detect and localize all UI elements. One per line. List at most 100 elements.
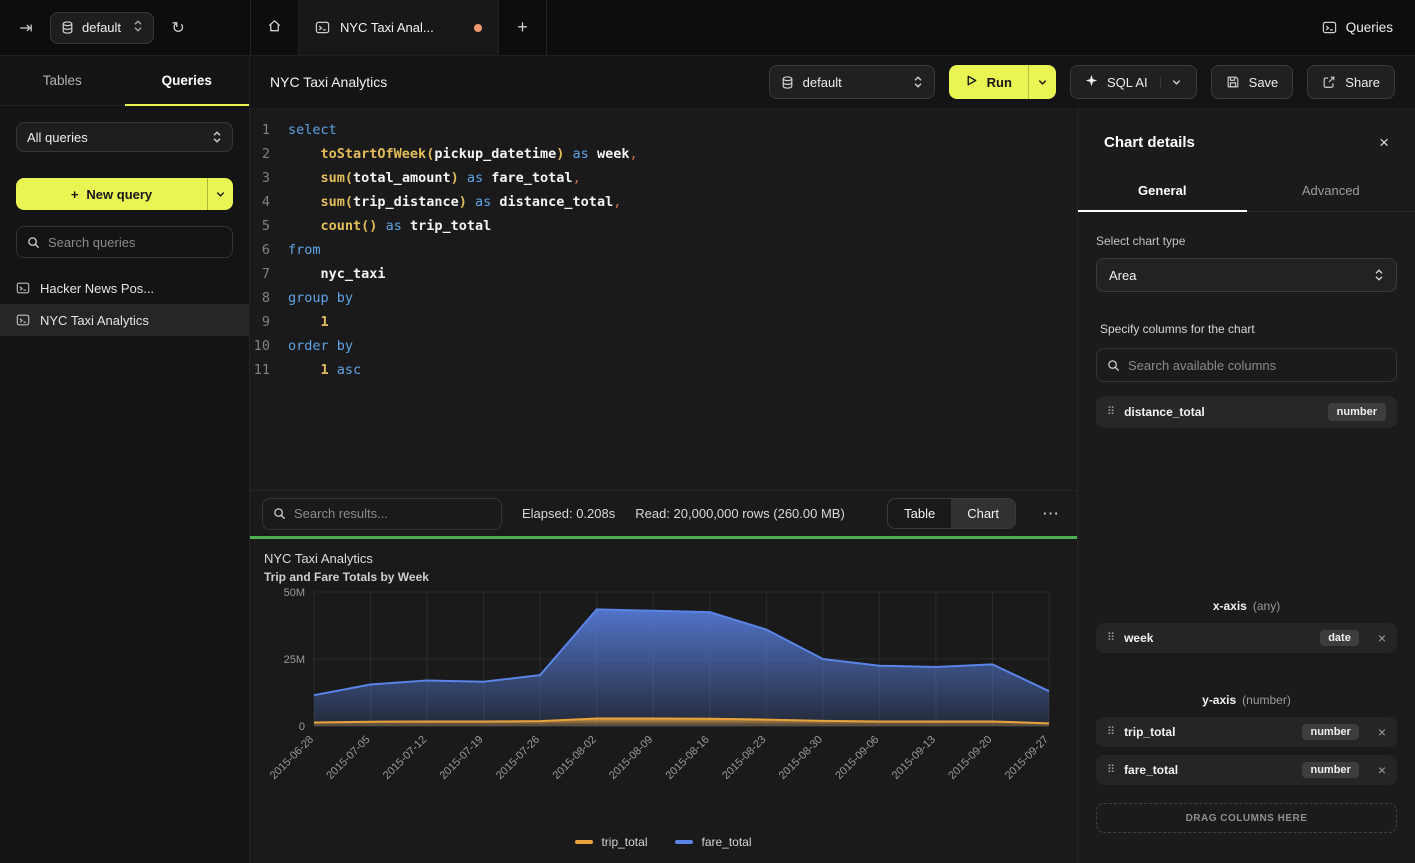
code-line: 7 nyc_taxi xyxy=(250,262,1077,286)
results-search-input[interactable] xyxy=(294,506,491,521)
area-chart[interactable]: 025M50M2015-06-282015-07-052015-07-12201… xyxy=(264,584,1059,802)
y-axis-column-fare-total[interactable]: ⠿ fare_total number × xyxy=(1096,755,1397,785)
svg-text:2015-08-30: 2015-08-30 xyxy=(777,734,825,782)
x-axis-hint: (any) xyxy=(1253,599,1280,613)
code-text: count() as trip_total xyxy=(288,214,491,238)
column-name: distance_total xyxy=(1124,405,1205,419)
new-tab-button[interactable]: + xyxy=(499,0,547,55)
more-options-icon[interactable]: ⋯ xyxy=(1036,504,1065,524)
refresh-icon[interactable]: ↻ xyxy=(166,16,190,40)
columns-search[interactable] xyxy=(1096,348,1397,382)
topbar-left: ⇥ default ↻ xyxy=(0,0,250,55)
share-button[interactable]: Share xyxy=(1307,65,1395,99)
queries-button[interactable]: Queries xyxy=(1322,20,1393,35)
panel-header: Chart details × xyxy=(1078,108,1415,171)
search-icon xyxy=(273,507,286,520)
new-query-button[interactable]: + New query xyxy=(16,178,233,210)
results-search[interactable] xyxy=(262,498,502,530)
legend-label: fare_total xyxy=(701,835,751,849)
save-label: Save xyxy=(1249,75,1279,90)
query-search[interactable] xyxy=(16,226,233,258)
x-axis-column-week[interactable]: ⠿ week date × xyxy=(1096,623,1397,653)
line-number: 10 xyxy=(250,334,288,358)
chart-type-label: Select chart type xyxy=(1096,234,1397,248)
drag-handle-icon[interactable]: ⠿ xyxy=(1107,633,1115,644)
chart-plot[interactable]: 025M50M2015-06-282015-07-052015-07-12201… xyxy=(264,584,1063,833)
sql-ai-button[interactable]: SQL AI xyxy=(1070,65,1197,99)
run-options-caret[interactable] xyxy=(1028,65,1056,99)
sql-ai-label: SQL AI xyxy=(1107,75,1148,90)
tab-general[interactable]: General xyxy=(1078,171,1247,211)
query-search-input[interactable] xyxy=(48,235,222,250)
code-line: 8group by xyxy=(250,286,1077,310)
svg-text:0: 0 xyxy=(299,721,305,733)
code-text: group by xyxy=(288,286,353,310)
save-button[interactable]: Save xyxy=(1211,65,1294,99)
sql-editor[interactable]: 1select2 toStartOfWeek(pickup_datetime) … xyxy=(250,108,1077,490)
query-list-item-active[interactable]: NYC Taxi Analytics xyxy=(0,304,249,336)
run-button[interactable]: Run xyxy=(949,65,1056,99)
table-view-button[interactable]: Table xyxy=(888,499,951,528)
available-column-distance-total[interactable]: ⠿ distance_total number xyxy=(1096,396,1397,428)
legend-swatch xyxy=(675,840,693,844)
remove-column-icon[interactable]: × xyxy=(1378,631,1386,645)
sparkle-icon xyxy=(1085,74,1098,90)
query-filter-select[interactable]: All queries xyxy=(16,122,233,152)
sidebar-tab-queries[interactable]: Queries xyxy=(125,56,250,105)
chart-type-select[interactable]: Area xyxy=(1096,258,1397,292)
drag-columns-dropzone[interactable]: DRAG COLUMNS HERE xyxy=(1096,803,1397,833)
topbar-database-select[interactable]: default xyxy=(50,12,154,44)
query-item-label: NYC Taxi Analytics xyxy=(40,313,149,328)
drag-handle-icon[interactable]: ⠿ xyxy=(1107,727,1115,738)
query-list-item[interactable]: Hacker News Pos... xyxy=(0,272,249,304)
chevron-updown-icon xyxy=(212,130,222,144)
line-number: 11 xyxy=(250,358,288,382)
y-axis-header: y-axis (number) xyxy=(1096,693,1397,707)
code-line: 2 toStartOfWeek(pickup_datetime) as week… xyxy=(250,142,1077,166)
svg-text:25M: 25M xyxy=(284,654,305,666)
elapsed-time: Elapsed: 0.208s xyxy=(522,506,615,521)
line-number: 7 xyxy=(250,262,288,286)
query-icon xyxy=(16,281,30,295)
close-icon[interactable]: × xyxy=(1379,134,1389,151)
code-text: 1 xyxy=(288,310,329,334)
columns-label: Specify columns for the chart xyxy=(1096,322,1397,336)
search-icon xyxy=(1107,359,1120,372)
drag-handle-icon[interactable]: ⠿ xyxy=(1107,407,1115,418)
sidebar-collapse-icon[interactable]: ⇥ xyxy=(14,16,38,40)
line-number: 8 xyxy=(250,286,288,310)
columns-search-input[interactable] xyxy=(1128,358,1386,373)
chart-view-button[interactable]: Chart xyxy=(951,499,1015,528)
svg-text:2015-08-02: 2015-08-02 xyxy=(551,734,599,782)
remove-column-icon[interactable]: × xyxy=(1378,725,1386,739)
line-number: 6 xyxy=(250,238,288,262)
column-type-badge: date xyxy=(1320,630,1359,646)
sql-ai-caret[interactable] xyxy=(1160,77,1182,88)
legend-item[interactable]: trip_total xyxy=(575,835,647,849)
sidebar-tab-tables[interactable]: Tables xyxy=(0,56,125,105)
svg-text:2015-07-12: 2015-07-12 xyxy=(381,734,429,782)
chart-details-panel: Chart details × General Advanced Select … xyxy=(1077,108,1415,863)
svg-text:2015-09-27: 2015-09-27 xyxy=(1003,734,1051,782)
share-label: Share xyxy=(1345,75,1380,90)
query-icon xyxy=(16,313,30,327)
x-axis-label: x-axis xyxy=(1213,599,1247,613)
new-query-caret[interactable] xyxy=(207,178,233,210)
remove-column-icon[interactable]: × xyxy=(1378,763,1386,777)
view-toggle: Table Chart xyxy=(887,498,1016,529)
column-name: fare_total xyxy=(1124,763,1178,777)
legend-item[interactable]: fare_total xyxy=(675,835,751,849)
tab-nyc-taxi-analytics[interactable]: NYC Taxi Anal... xyxy=(299,0,499,55)
tab-advanced[interactable]: Advanced xyxy=(1247,171,1415,211)
svg-text:2015-08-09: 2015-08-09 xyxy=(607,734,655,782)
home-tab-button[interactable] xyxy=(251,0,299,55)
svg-text:2015-09-20: 2015-09-20 xyxy=(946,734,994,782)
x-axis-header: x-axis (any) xyxy=(1096,599,1397,613)
header-database-select[interactable]: default xyxy=(769,65,935,99)
query-filter-value: All queries xyxy=(27,130,88,145)
y-axis-column-trip-total[interactable]: ⠿ trip_total number × xyxy=(1096,717,1397,747)
code-text: order by xyxy=(288,334,353,358)
header-actions: default Run xyxy=(769,65,1395,99)
svg-text:2015-07-05: 2015-07-05 xyxy=(324,734,372,782)
drag-handle-icon[interactable]: ⠿ xyxy=(1107,765,1115,776)
